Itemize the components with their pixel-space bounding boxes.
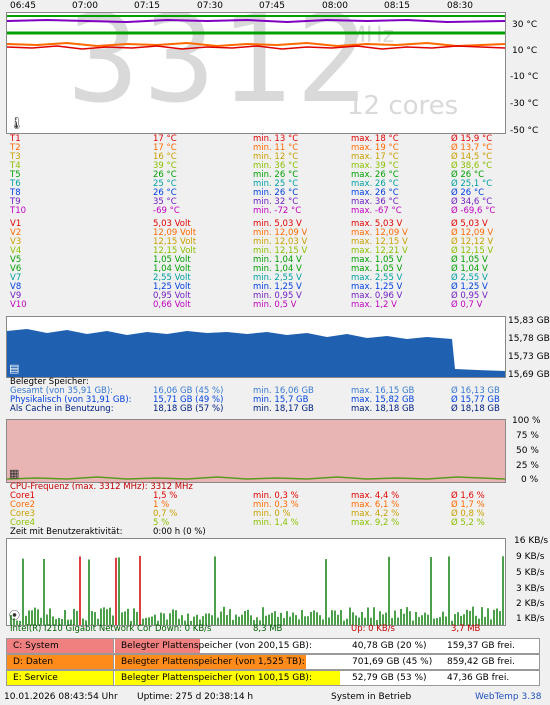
y-label: 30 °C [512, 20, 538, 30]
row-label: V10 [10, 300, 27, 310]
y-label: 1 KB/s [516, 614, 545, 624]
time-label: 07:00 [72, 1, 98, 11]
y-label: 15,73 GB [508, 352, 550, 362]
user-activity-value: 0:00 h (0 %) [153, 527, 206, 537]
network-traffic-bars [10, 555, 504, 625]
y-label: 9 KB/s [516, 552, 545, 562]
current-value: 0,66 Volt [153, 300, 191, 310]
avg-value: Ø -69,6 °C [451, 206, 496, 216]
time-label: 08:15 [384, 1, 410, 11]
temperature-table: T1 17 °C min. 13 °C max. 18 °C Ø 15,9 °C T2 17… [0, 135, 550, 217]
time-label: 08:00 [322, 1, 348, 11]
drive-label: D: Daten [7, 655, 114, 669]
min-value: min. 18,17 GB [253, 404, 314, 414]
voltage-table: V1 5,03 Volt min. 5,03 Vmax. 5,03 VØ 5,03 … [0, 220, 550, 311]
drive-bar: C: System Belegter Plattenspeicher (von 2… [6, 638, 540, 654]
uptime: Uptime: 275 d 20:38:14 h [137, 692, 254, 702]
y-label: 15,78 GB [508, 334, 550, 344]
cpu-chip-icon: ▦ [9, 467, 20, 480]
upload-rate: Up: 0 KB/s [351, 624, 395, 634]
datetime: 10.01.2026 08:43:54 Uhr [4, 692, 118, 702]
min-value: min. 1,4 % [253, 518, 299, 528]
adapter-name: Intel(R) I210 Gigabit Network Cor [10, 624, 152, 634]
max-value: max. 18,18 GB [351, 404, 415, 414]
drive-label: E: Service [7, 671, 114, 685]
min-value: min. 0,5 V [253, 300, 297, 310]
cpu-load-lines [7, 476, 505, 480]
drive-used: 40,78 GB (20 %) [352, 641, 427, 651]
memory-area [7, 329, 505, 377]
min-value: min. -72 °C [253, 206, 302, 216]
network-chart: ⦿ [6, 538, 506, 626]
y-label: 75 % [516, 431, 539, 441]
current-value: -69 °C [153, 206, 180, 216]
y-label: 100 % [512, 416, 541, 426]
avg-value: Ø 18,18 GB [451, 404, 500, 414]
temperature-chart: 3312 MHz 12 cores 🌡 [6, 12, 506, 134]
table-row: Als Cache in Benutzung: 18,18 GB (57 %) mi… [10, 405, 540, 414]
y-label: 5 KB/s [516, 568, 545, 578]
cpu-chart: ▦ [6, 419, 506, 483]
memory-chip-icon: ▤ [9, 362, 20, 375]
max-value: max. -67 °C [351, 206, 402, 216]
thermometer-icon: 🌡 [9, 116, 25, 130]
time-label: 07:45 [259, 1, 285, 11]
y-label: 3 KB/s [516, 584, 545, 594]
avg-value: Ø 5,2 % [451, 518, 485, 528]
temp-line-purple [7, 18, 505, 24]
avg-value: Ø 0,7 V [451, 300, 483, 310]
drive-description: Belegter Plattenspeicher (von 200,15 GB)… [121, 641, 312, 651]
network-stats: Intel(R) I210 Gigabit Network Cor Down: … [10, 625, 540, 634]
network-y-axis: 16 KB/s 9 KB/s 5 KB/s 3 KB/s 2 KB/s 1 KB… [514, 536, 550, 626]
row-label: Als Cache in Benutzung: [10, 404, 114, 414]
system-status: System in Betrieb [331, 692, 412, 702]
y-label: 50 % [516, 446, 539, 456]
time-label: 07:15 [134, 1, 160, 11]
drive-label: C: System [7, 639, 114, 653]
current-value: 18,18 GB (57 %) [153, 404, 224, 414]
drive-bar: E: Service Belegter Plattenspeicher (von … [6, 670, 540, 686]
drive-free: 47,36 GB frei. [447, 673, 510, 683]
user-activity-label: Zeit mit Benutzeraktivität: [10, 527, 123, 537]
max-value: max. 9,2 % [351, 518, 400, 528]
time-label: 08:30 [447, 1, 473, 11]
drive-free: 159,37 GB frei. [447, 641, 515, 651]
table-row: V10 0,66 Volt min. 0,5 V max. 1,2 V Ø 0,7 V [10, 301, 540, 310]
y-label: -30 °C [510, 99, 539, 109]
app-version-link[interactable]: WebTemp 3.38 [475, 689, 542, 705]
y-label: 2 KB/s [516, 599, 545, 609]
drive-description: Belegter Plattenspeicher (von 100,15 GB)… [121, 673, 312, 683]
time-axis: 06:45 07:00 07:15 07:30 07:45 08:00 08:1… [0, 1, 504, 12]
table-row: T10 -69 °C min. -72 °C max. -67 °C Ø -69,6 °… [10, 207, 540, 216]
temperature-lines [7, 15, 505, 50]
network-icon: ⦿ [9, 609, 20, 622]
drive-bar: D: Daten Belegter Plattenspeicher (von 1,… [6, 654, 540, 670]
max-value: max. 1,2 V [351, 300, 397, 310]
download-rate: Down: 0 KB/s [155, 624, 212, 634]
drive-description: Belegter Plattenspeicher (von 1,525 TB): [121, 657, 305, 667]
download-total: 8,3 MB [253, 624, 283, 634]
y-label: 10 °C [512, 46, 538, 56]
memory-chart: ▤ [6, 316, 506, 378]
row-label: T10 [10, 206, 27, 216]
drive-used: 52,79 GB (53 %) [352, 673, 427, 683]
y-label: 25 % [516, 461, 539, 471]
y-label: 15,83 GB [508, 316, 550, 326]
upload-total: 3,7 MB [451, 624, 481, 634]
user-activity: Zeit mit Benutzeraktivität: 0:00 h (0 %) [10, 528, 540, 537]
y-label: 16 KB/s [514, 536, 549, 546]
memory-y-axis: 15,83 GB 15,78 GB 15,73 GB 15,69 GB [508, 316, 550, 380]
y-label: -10 °C [510, 72, 539, 82]
drive-free: 859,42 GB frei. [447, 657, 515, 667]
temp-line-red [7, 45, 505, 50]
time-label: 06:45 [10, 1, 36, 11]
temp-y-axis: 30 °C 10 °C -10 °C -30 °C -50 °C [510, 12, 550, 137]
memory-table: Gesamt (von 35,91 GB): 16,06 GB (45 %) min… [0, 387, 550, 415]
time-label: 07:30 [197, 1, 223, 11]
cpu-y-axis: 100 % 75 % 50 % 25 % 0 % [512, 414, 550, 486]
cpu-table: Core1 1,5 % min. 0,3 % max. 4,4 % Ø 1,6 % Cor… [0, 492, 550, 528]
status-bar: 10.01.2026 08:43:54 Uhr Uptime: 275 d 20… [0, 689, 550, 705]
drive-used: 701,69 GB (45 %) [352, 657, 433, 667]
